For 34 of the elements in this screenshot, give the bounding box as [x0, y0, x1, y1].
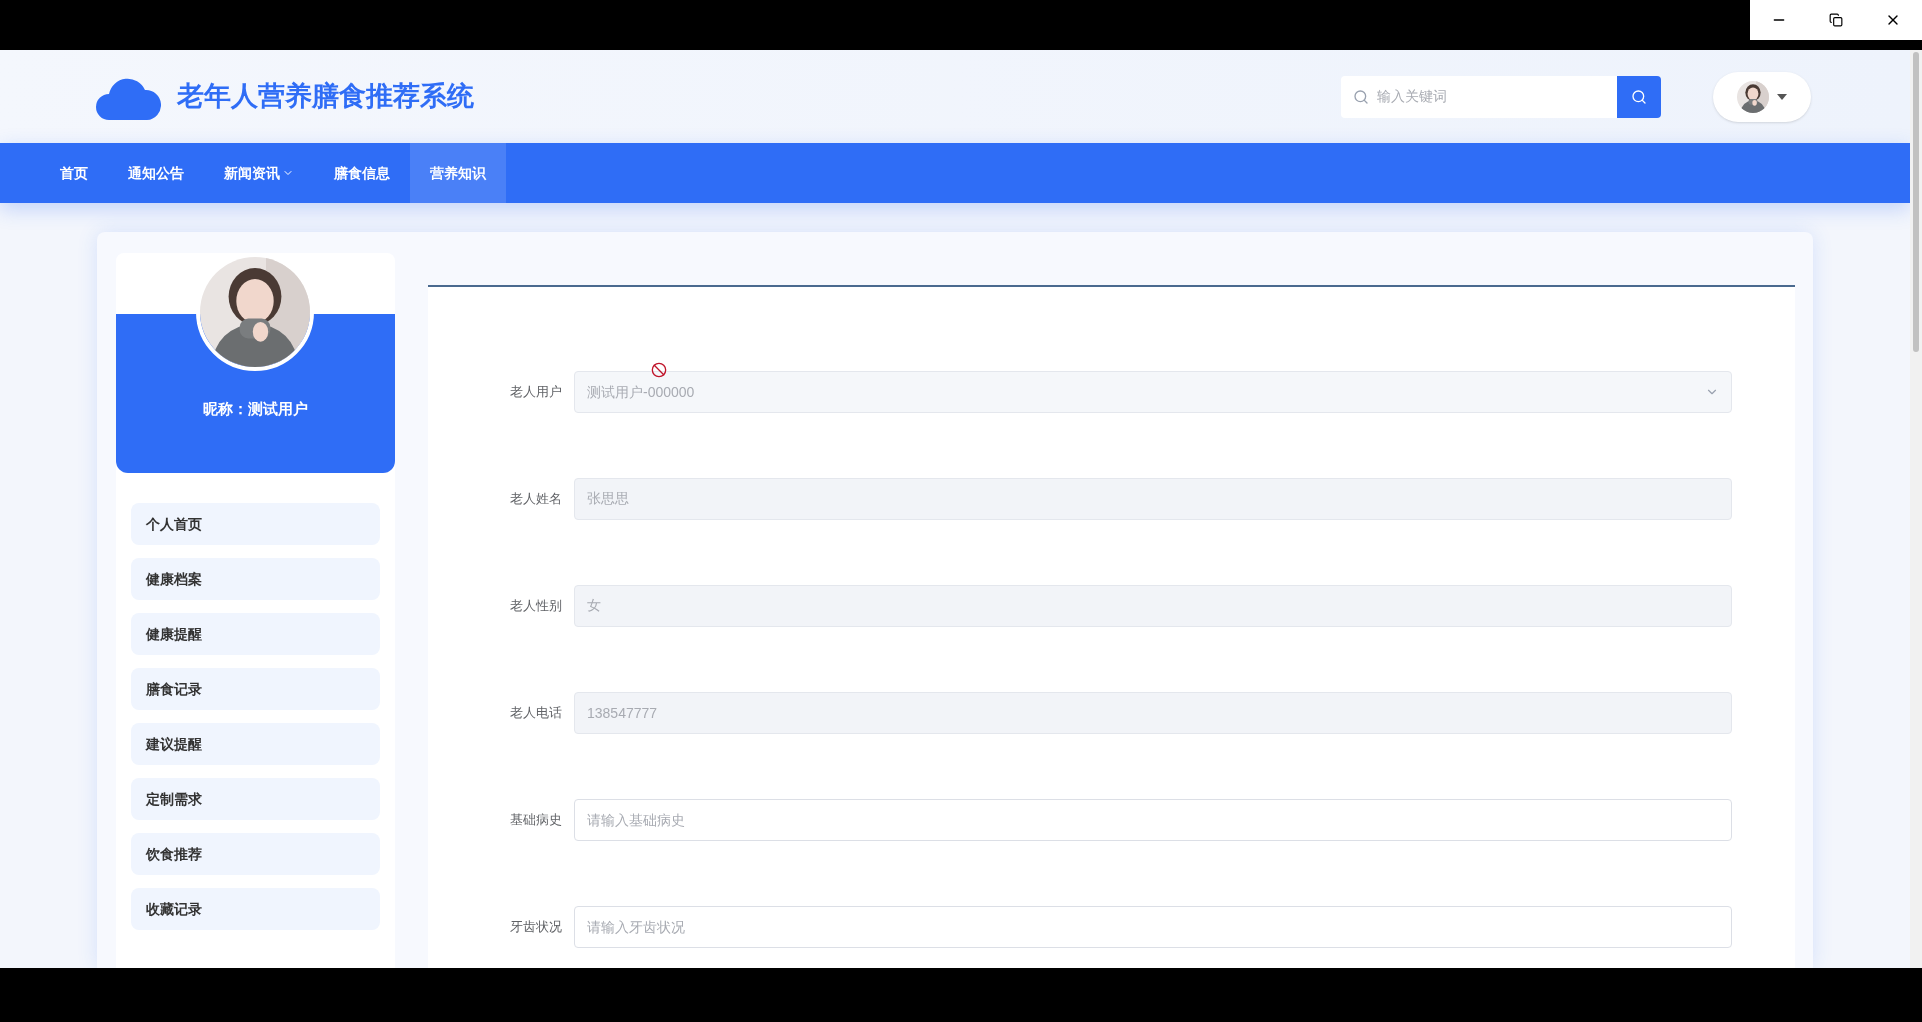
nav-tab[interactable]: 首页 — [40, 143, 108, 203]
field-label: 老人性别 — [509, 597, 563, 616]
caret-icon — [1777, 92, 1787, 101]
field-label: 牙齿状况 — [509, 918, 563, 937]
nickname-text: 昵称：测试用户 — [202, 399, 309, 419]
nav-tab[interactable]: 通知公告 — [108, 143, 204, 203]
sidebar-item[interactable]: 健康提醒 — [131, 613, 380, 655]
input-field[interactable]: 请输入基础病史 — [574, 799, 1732, 841]
search-icon — [1353, 88, 1369, 105]
input-field[interactable]: 请输入牙齿状况 — [574, 906, 1732, 948]
scrollbar-thumb[interactable] — [1913, 52, 1919, 352]
field-label: 老人用户 — [509, 383, 563, 402]
search-input[interactable]: 输入关键词 — [1377, 86, 1605, 107]
nav-tab[interactable]: 膳食信息 — [314, 143, 410, 203]
user-menu-button[interactable] — [1713, 71, 1811, 122]
field-label: 老人电话 — [509, 704, 563, 723]
field-label: 老人姓名 — [509, 490, 563, 509]
search-field[interactable]: 输入关键词 — [1341, 75, 1617, 118]
nav-tab[interactable]: 新闻资讯 — [204, 143, 314, 203]
sidebar-item[interactable]: 定制需求 — [131, 778, 380, 820]
search-icon — [1631, 88, 1647, 105]
sidebar-item[interactable]: 健康档案 — [131, 558, 380, 600]
sidebar-item[interactable]: 收藏记录 — [131, 888, 380, 930]
select-value: 测试用户-000000 — [587, 382, 696, 402]
sidebar-item[interactable]: 个人首页 — [131, 503, 380, 545]
nav-tab[interactable]: 营养知识 — [410, 143, 506, 203]
field-label: 基础病史 — [509, 811, 563, 830]
sidebar-item[interactable]: 膳食记录 — [131, 668, 380, 710]
sidebar-item[interactable]: 建议提醒 — [131, 723, 380, 765]
search-button[interactable] — [1617, 75, 1661, 118]
site-title: 老年人营养膳食推荐系统 — [177, 80, 474, 114]
sidebar-item[interactable]: 饮食推荐 — [131, 833, 380, 875]
restore-icon[interactable] — [1829, 13, 1843, 27]
not-allowed-cursor-icon — [651, 362, 667, 378]
